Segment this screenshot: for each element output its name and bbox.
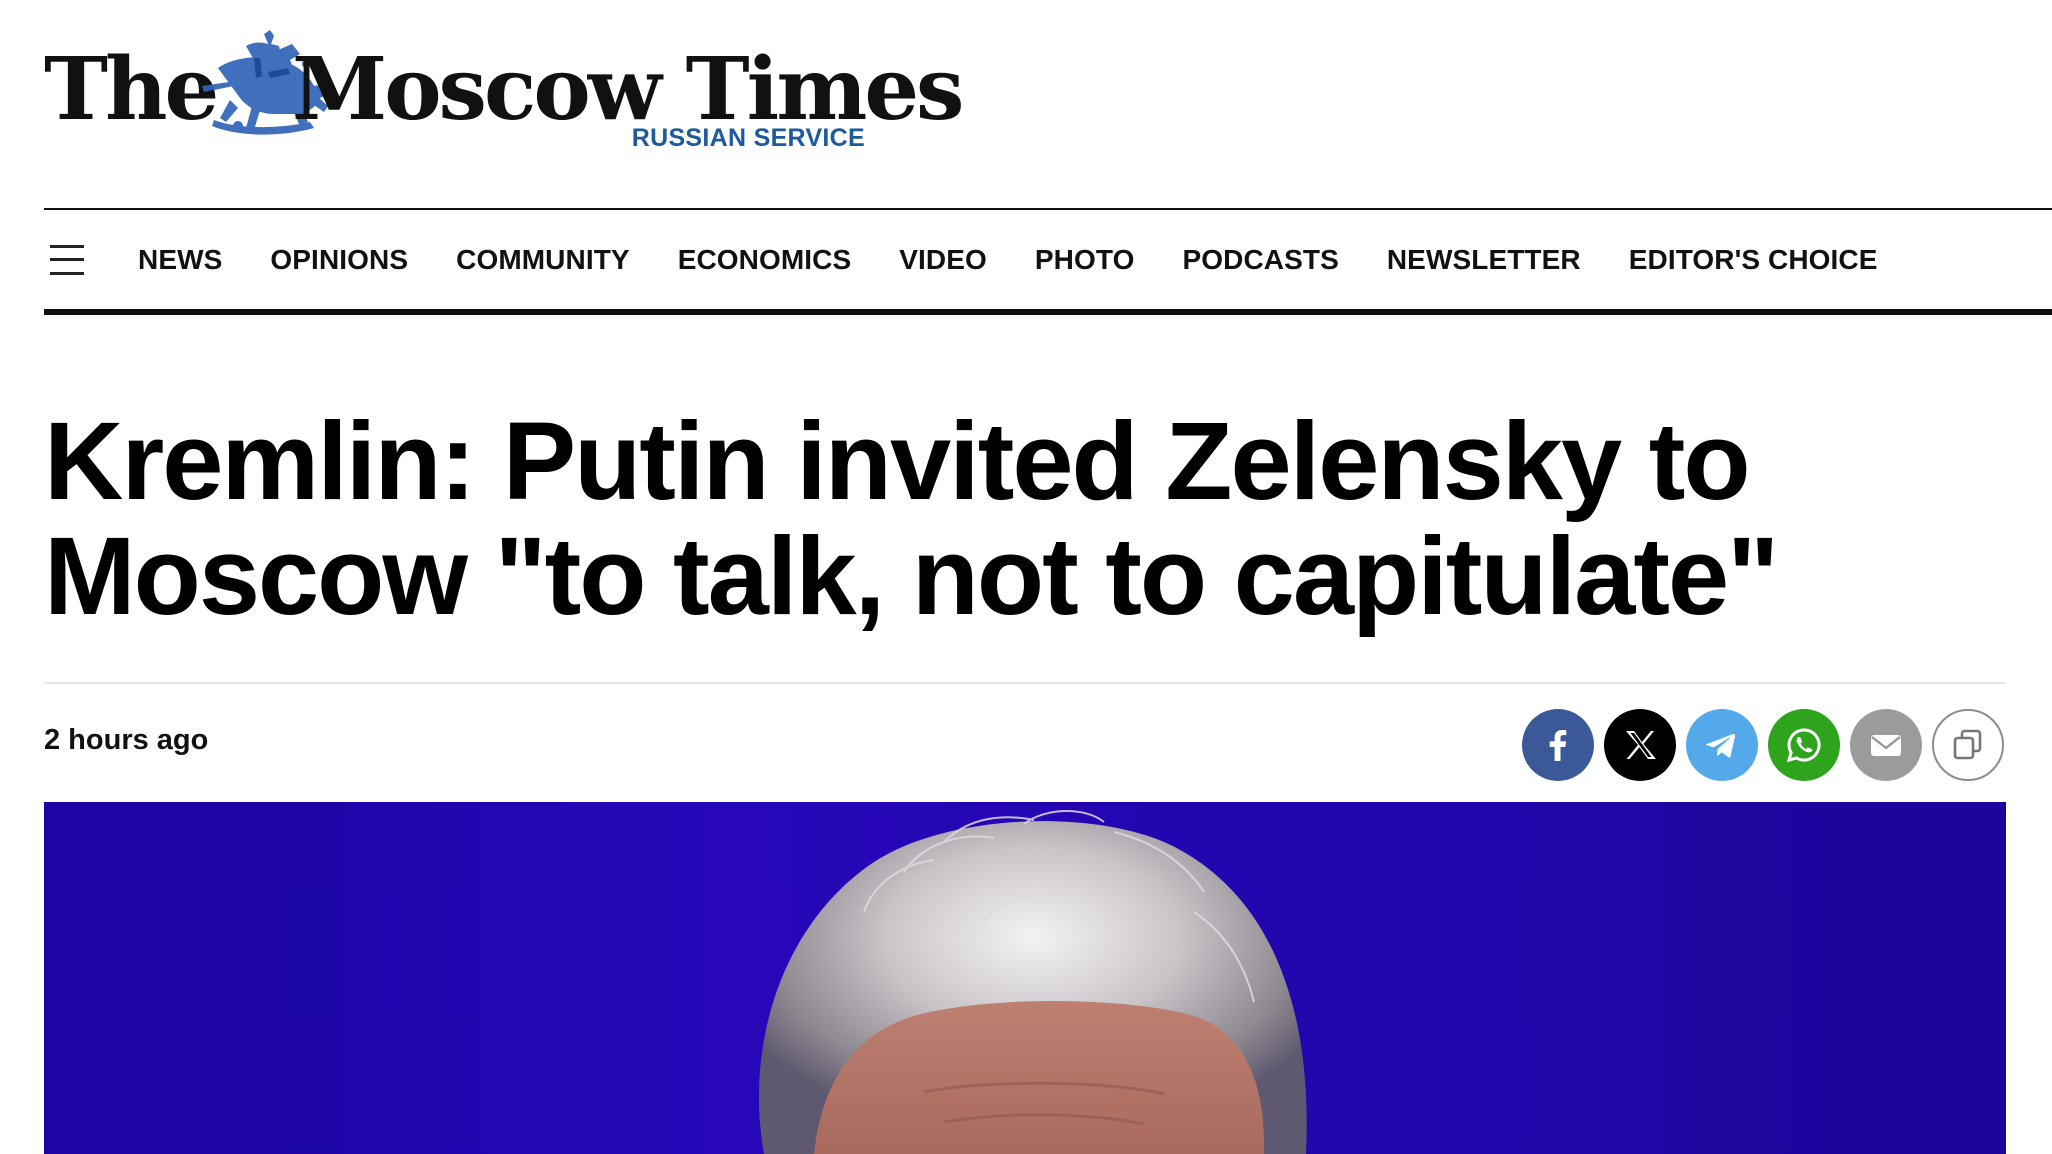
nav-item-economics[interactable]: ECONOMICS [678, 244, 852, 276]
copy-link-icon [1953, 729, 1982, 760]
share-buttons [1522, 709, 2004, 781]
nav-item-editors-choice[interactable]: EDITOR'S CHOICE [1629, 244, 1878, 276]
site-logo[interactable]: The Moscow Times RUSSIAN SERVICE [44, 26, 964, 156]
share-email-button[interactable] [1850, 709, 1922, 781]
copy-link-button[interactable] [1932, 709, 2004, 781]
hero-photo-illustration [44, 802, 2006, 1154]
nav-item-newsletter[interactable]: NEWSLETTER [1387, 244, 1581, 276]
nav-item-opinions[interactable]: OPINIONS [270, 244, 408, 276]
share-telegram-button[interactable] [1686, 709, 1758, 781]
x-icon [1626, 731, 1656, 759]
nav-item-photo[interactable]: PHOTO [1035, 244, 1135, 276]
logo-service-label: RUSSIAN SERVICE [631, 124, 865, 152]
nav-item-video[interactable]: VIDEO [899, 244, 987, 276]
nav-item-community[interactable]: COMMUNITY [456, 244, 630, 276]
share-whatsapp-button[interactable] [1768, 709, 1840, 781]
headline-divider [44, 682, 2006, 684]
article-hero-image [44, 802, 2006, 1154]
page: The Moscow Times RUSSIAN SERVICE NEWS OP… [0, 0, 2052, 1154]
nav-item-podcasts[interactable]: PODCASTS [1182, 244, 1338, 276]
email-icon [1871, 735, 1901, 756]
facebook-icon [1549, 730, 1567, 761]
main-nav: NEWS OPINIONS COMMUNITY ECONOMICS VIDEO … [44, 210, 2052, 309]
whatsapp-icon [1786, 728, 1821, 763]
logo-word-the: The [44, 39, 219, 140]
hamburger-menu-icon[interactable] [50, 244, 96, 275]
share-x-button[interactable] [1604, 709, 1676, 781]
share-facebook-button[interactable] [1522, 709, 1594, 781]
telegram-icon [1706, 733, 1736, 758]
article-timestamp: 2 hours ago [44, 724, 209, 756]
article-headline: Kremlin: Putin invited Zelensky to Mosco… [44, 400, 1779, 638]
nav-item-news[interactable]: NEWS [138, 244, 222, 276]
nav-bottom-divider [44, 309, 2052, 315]
